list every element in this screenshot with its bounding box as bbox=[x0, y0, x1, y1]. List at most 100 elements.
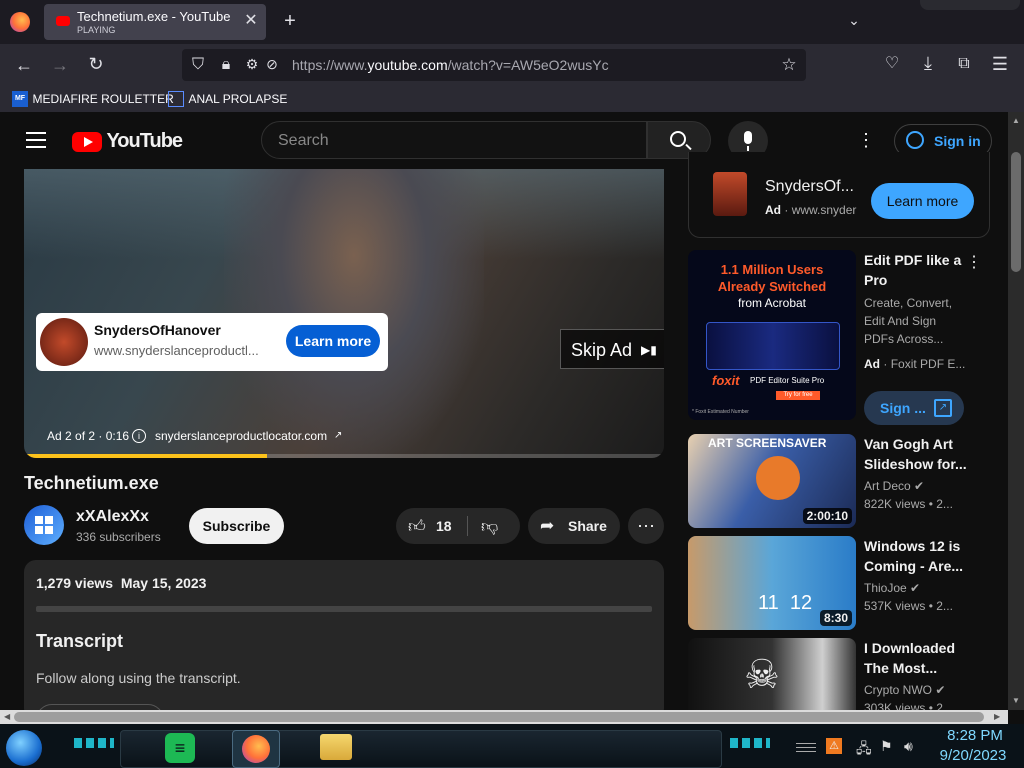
more-actions-button[interactable]: ⋯ bbox=[628, 508, 664, 544]
foxit-brand: foxit bbox=[712, 373, 740, 388]
network-status-icon[interactable]: 🖧 bbox=[856, 738, 872, 762]
bookmark-mediafire[interactable]: MF MEDIAFIRE ROULETTER bbox=[12, 90, 174, 108]
description-box[interactable]: 1,279 views May 15, 2023 Transcript Foll… bbox=[24, 560, 664, 710]
share-icon: ➦ bbox=[540, 516, 555, 535]
ad-info-icon[interactable]: i bbox=[132, 429, 146, 443]
sidebar-ad-name: SnydersOf... bbox=[765, 178, 854, 195]
pocket-icon[interactable]: ♡ bbox=[882, 56, 902, 72]
tab-title: Technetium.exe - YouTube bbox=[77, 9, 231, 24]
skip-next-icon: ▶▮ bbox=[641, 343, 657, 357]
thumbs-down-icon: 👎︎ bbox=[481, 517, 499, 536]
rec-channel: Art Deco ✔ bbox=[864, 479, 924, 493]
description-divider bbox=[36, 606, 652, 612]
downloads-icon[interactable]: ⤓ bbox=[918, 54, 938, 72]
close-tab-icon[interactable]: ✕ bbox=[242, 13, 260, 29]
start-button[interactable] bbox=[6, 730, 42, 766]
subscriber-count: 336 subscribers bbox=[76, 530, 161, 544]
firefox-taskbar-icon[interactable] bbox=[232, 730, 280, 768]
promo-sign-up-button[interactable]: Sign ... ↗ bbox=[864, 391, 964, 425]
rec-channel: ThioJoe ✔ bbox=[864, 581, 920, 595]
rec-title[interactable]: I Downloaded The Most... bbox=[864, 638, 968, 678]
channel-avatar[interactable] bbox=[24, 505, 64, 545]
rec-title[interactable]: Van Gogh Art Slideshow for... bbox=[864, 434, 968, 474]
rec-title[interactable]: Windows 12 is Coming - Are... bbox=[864, 536, 968, 576]
clock-time[interactable]: 8:28 PM bbox=[940, 727, 1010, 744]
scroll-up-arrow-icon[interactable]: ▲ bbox=[1012, 116, 1020, 125]
promo-title[interactable]: Edit PDF like a Pro bbox=[864, 250, 964, 290]
scroll-down-arrow-icon[interactable]: ▼ bbox=[1012, 696, 1020, 705]
guide-menu-icon[interactable] bbox=[26, 132, 46, 148]
subscribe-button[interactable]: Subscribe bbox=[189, 508, 284, 544]
rec-thumbnail[interactable]: 11 12 8:30 bbox=[688, 536, 856, 630]
bookmark-second[interactable]: ANAL PROLAPSE bbox=[168, 90, 287, 108]
ad-progress-track[interactable] bbox=[24, 454, 664, 458]
vertical-scroll-thumb[interactable] bbox=[1011, 152, 1021, 272]
permissions-icon[interactable]: ⚙ bbox=[244, 57, 260, 71]
mediafire-icon: MF bbox=[12, 90, 28, 107]
youtube-wordmark: YouTube bbox=[106, 130, 183, 152]
menu-hamburger-icon[interactable]: ☰ bbox=[990, 55, 1010, 73]
tray-flag-icon[interactable]: ⚑ bbox=[880, 738, 893, 755]
sidebar-ad-thumb bbox=[713, 172, 747, 216]
url-text[interactable]: https://www.youtube.com/watch?v=AW5eO2wu… bbox=[292, 57, 609, 73]
rec-views: 303K views • 2... bbox=[864, 701, 953, 710]
url-bar[interactable]: ⛉ 🔒︎ ⚙ ⊘ https://www.youtube.com/watch?v… bbox=[182, 49, 806, 81]
rec-thumb-text: 11 12 bbox=[758, 592, 813, 614]
foxit-try-button: Try for free bbox=[776, 391, 820, 400]
ad-link[interactable]: snyderslanceproductlocator.com bbox=[155, 429, 327, 443]
dislike-button[interactable]: 👎︎ bbox=[468, 508, 520, 544]
spotify-like-app-icon[interactable]: ≡ bbox=[165, 733, 195, 763]
autoplay-blocked-icon[interactable]: ⊘ bbox=[264, 57, 280, 71]
like-count: 18 bbox=[436, 518, 452, 534]
share-button[interactable]: ➦ Share bbox=[528, 508, 620, 544]
sign-in-label: Sign in bbox=[934, 133, 981, 149]
settings-more-icon[interactable]: ⋮ bbox=[856, 130, 876, 150]
firefox-menu-icon[interactable] bbox=[10, 12, 30, 32]
bookmark-star-icon[interactable]: ☆ bbox=[780, 56, 798, 73]
extensions-icon[interactable]: ⧉ bbox=[954, 56, 974, 72]
rec-views: 537K views • 2... bbox=[864, 599, 953, 613]
sidebar-ad-meta: Ad · www.snyder bbox=[765, 203, 857, 217]
volume-icon[interactable]: 🔊︎ bbox=[904, 738, 913, 755]
tab-playing-status: PLAYING bbox=[77, 25, 116, 35]
ad-progress-fill bbox=[24, 454, 268, 458]
youtube-logo[interactable]: YouTube bbox=[72, 130, 183, 153]
new-tab-icon[interactable]: + bbox=[280, 11, 300, 31]
skip-ad-button[interactable]: Skip Ad ▶▮ bbox=[560, 329, 664, 369]
ad-overlay-card[interactable]: SnydersOfHanover www.snyderslanceproduct… bbox=[36, 313, 388, 371]
rec-thumbnail[interactable]: ART SCREENSAVER 2:00:10 bbox=[688, 434, 856, 528]
scroll-right-arrow-icon[interactable]: ▶ bbox=[994, 712, 1000, 721]
bookmark-label: MEDIAFIRE ROULETTER bbox=[32, 91, 174, 106]
like-button[interactable]: 👍︎ 18 bbox=[396, 508, 466, 544]
lock-icon[interactable]: 🔒︎ bbox=[218, 57, 234, 73]
rec-thumbnail[interactable]: ☠ bbox=[688, 638, 856, 710]
promo-more-icon[interactable]: ⋮ bbox=[966, 252, 982, 272]
list-all-tabs-icon[interactable]: ⌄ bbox=[844, 13, 864, 27]
horizontal-scrollbar[interactable]: ◀ ▶ bbox=[0, 710, 1008, 724]
forward-icon[interactable]: → bbox=[50, 56, 70, 74]
horizontal-scroll-thumb[interactable] bbox=[14, 712, 984, 722]
sidebar-ad-card[interactable]: SnydersOf... Ad · www.snyder Learn more bbox=[688, 152, 990, 238]
channel-name[interactable]: xXAlexXx bbox=[76, 508, 149, 526]
tracking-protection-shield-icon[interactable]: ⛉ bbox=[190, 57, 206, 73]
file-explorer-icon[interactable] bbox=[320, 734, 352, 760]
browser-tab[interactable]: Technetium.exe - YouTube PLAYING ✕ bbox=[44, 4, 266, 40]
tray-overflow-icon[interactable] bbox=[796, 740, 816, 752]
rec-channel: Crypto NWO ✔ bbox=[864, 683, 945, 697]
vertical-scrollbar[interactable]: ▲ ▼ bbox=[1008, 112, 1024, 710]
video-player[interactable]: SnydersOfHanover www.snyderslanceproduct… bbox=[24, 169, 664, 458]
taskbar: ≡ ⚠ 🖧 ⚑ 🔊︎ 8:28 PM 9/20/2023 bbox=[0, 724, 1024, 768]
search-input[interactable]: Search bbox=[261, 121, 647, 159]
tray-app-icon[interactable]: ⚠ bbox=[826, 738, 842, 754]
bookmark-label: ANAL PROLAPSE bbox=[188, 91, 288, 106]
external-link-icon: ↗ bbox=[334, 430, 343, 441]
sidebar-ad-learn-more-button[interactable]: Learn more bbox=[871, 183, 974, 219]
scroll-left-arrow-icon[interactable]: ◀ bbox=[4, 712, 10, 721]
back-icon[interactable]: ← bbox=[14, 56, 34, 74]
reload-icon[interactable]: ↻ bbox=[86, 55, 106, 73]
ad-learn-more-button[interactable]: Learn more bbox=[286, 325, 380, 357]
clock-date[interactable]: 9/20/2023 bbox=[932, 747, 1014, 764]
rec-view-count: 537K views bbox=[864, 599, 926, 613]
like-dislike-group: 👍︎ 18 👎︎ bbox=[396, 508, 520, 544]
promo-thumbnail[interactable]: 1.1 Million Users Already Switched from … bbox=[688, 250, 856, 420]
